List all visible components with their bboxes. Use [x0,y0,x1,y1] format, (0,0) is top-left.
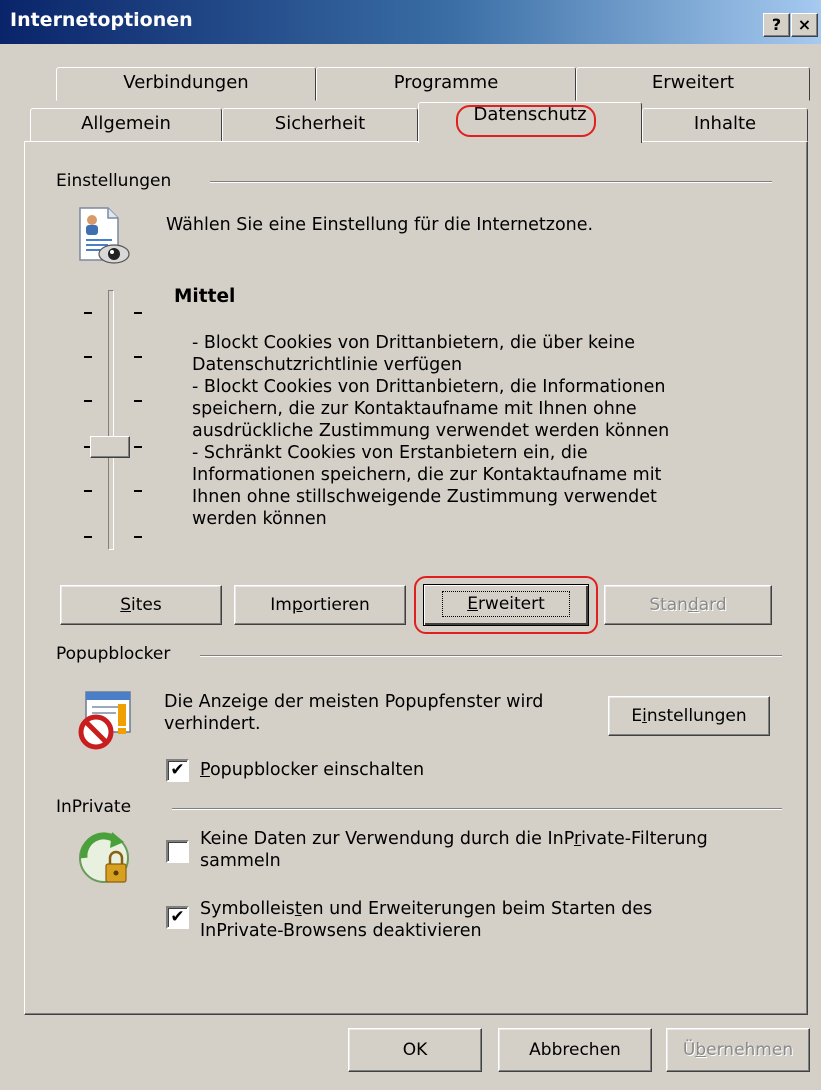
privacy-document-icon [79,207,130,264]
description-line: ausdrückliche Zustimmung verwendet werde… [192,421,670,441]
popup-group-line [200,655,782,657]
privacy-level-description: - Blockt Cookies von Drittanbietern, die… [192,332,772,530]
slider-tick [84,312,92,314]
privacy-level-slider[interactable] [74,290,154,550]
popup-blocker-icon [78,691,131,750]
popup-blocker-checkbox[interactable]: ✔ [166,759,189,782]
tab-highlight-circle [456,105,596,137]
description-line: werden können [192,509,327,529]
tab-programme[interactable]: Programme [316,67,576,101]
slider-tick [134,446,142,448]
disable-toolbars-label-line1[interactable]: Symbolleisten und Erweiterungen beim Sta… [200,898,652,920]
slider-tick [134,490,142,492]
tab-verbindungen[interactable]: Verbindungen [56,67,316,101]
popup-settings-button[interactable]: Einstellungen [608,696,770,736]
tab-inhalte[interactable]: Inhalte [642,108,808,142]
description-line: - Blockt Cookies von Drittanbietern, die… [192,377,666,397]
settings-group-label: Einstellungen [56,171,180,191]
slider-tick [84,400,92,402]
popup-blocker-checkbox-label[interactable]: Popupblocker einschalten [200,759,424,781]
description-line: speichern, die zur Kontaktaufname mit Ih… [192,399,637,419]
description-line: Datenschutzrichtlinie verfügen [192,355,463,375]
popup-group-label: Popupblocker [56,644,179,664]
privacy-level-title: Mittel [174,286,236,307]
tab-sicherheit[interactable]: Sicherheit [222,108,418,142]
window-title: Internetoptionen [10,9,193,31]
slider-tick [134,400,142,402]
settings-intro: Wählen Sie eine Einstellung für die Inte… [166,215,594,235]
slider-tick [84,356,92,358]
slider-track [108,290,114,550]
slider-tick [84,490,92,492]
slider-tick [134,312,142,314]
inprivate-filter-label-line1[interactable]: Keine Daten zur Verwendung durch die InP… [200,828,708,850]
close-button[interactable]: × [791,13,818,37]
description-line: Ihnen ohne stillschweigende Zustimmung v… [192,487,657,507]
default-button[interactable]: Standard [604,585,772,625]
slider-tick [134,536,142,538]
description-line: Informationen speichern, die zur Kontakt… [192,465,662,485]
inprivate-filter-checkbox[interactable] [166,840,189,863]
ok-button[interactable]: OK [348,1028,482,1072]
inprivate-group-label: InPrivate [56,797,140,817]
inprivate-icon [79,832,129,883]
inprivate-group-line [172,808,782,810]
advanced-highlight-circle [414,576,598,634]
settings-group-line [210,181,772,183]
popup-text-line1: Die Anzeige der meisten Popupfenster wir… [164,692,544,712]
slider-tick [84,536,92,538]
tab-panel-datenschutz [24,141,808,1015]
title-bar[interactable]: Internetoptionen ? × [0,0,821,44]
disable-toolbars-checkbox[interactable]: ✔ [166,906,189,929]
popup-text-line2: verhindert. [164,714,261,734]
slider-thumb[interactable] [90,436,130,458]
tab-allgemein[interactable]: Allgemein [30,108,222,142]
sites-button[interactable]: Sites [60,585,222,625]
tab-erweitert[interactable]: Erweitert [576,67,810,101]
inprivate-filter-label-line2[interactable]: sammeln [200,850,281,872]
apply-button[interactable]: Übernehmen [666,1028,810,1072]
slider-tick [134,356,142,358]
cancel-button[interactable]: Abbrechen [498,1028,652,1072]
import-button[interactable]: Importieren [234,585,406,625]
help-button[interactable]: ? [763,13,790,37]
disable-toolbars-label-line2[interactable]: InPrivate-Browsens deaktivieren [200,920,482,942]
description-line: - Blockt Cookies von Drittanbietern, die… [192,333,635,353]
description-line: - Schränkt Cookies von Erstanbietern ein… [192,443,588,463]
internet-options-dialog: Internetoptionen ? × Verbindungen Progra… [0,0,821,1090]
